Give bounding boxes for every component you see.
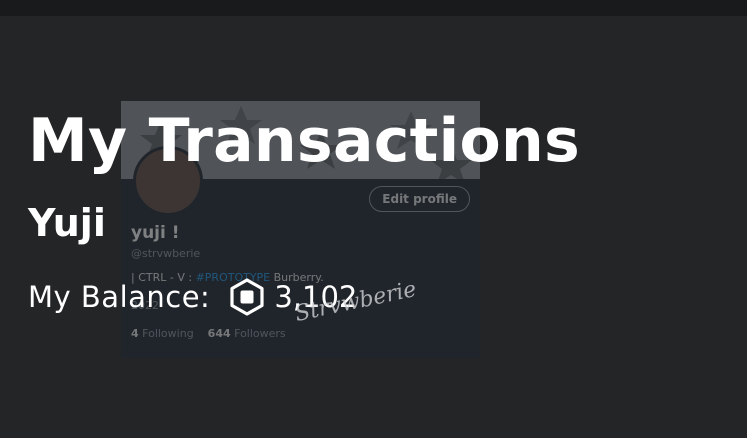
followers-count: 644 xyxy=(207,327,231,340)
username: Yuji xyxy=(28,201,106,245)
top-nav-bar xyxy=(0,0,747,16)
followers-label: Followers xyxy=(234,327,286,340)
following-label: Following xyxy=(142,327,194,340)
profile-display-name: yuji ! xyxy=(131,223,180,243)
page-title: My Transactions xyxy=(28,106,580,176)
profile-follow-stats: 4 Following 644 Followers xyxy=(131,327,286,340)
balance-label: My Balance: xyxy=(28,280,211,314)
robux-icon xyxy=(228,278,266,316)
edit-profile-button: Edit profile xyxy=(369,186,470,212)
following-count: 4 xyxy=(131,327,139,340)
profile-handle: @strvwberie xyxy=(131,247,201,260)
